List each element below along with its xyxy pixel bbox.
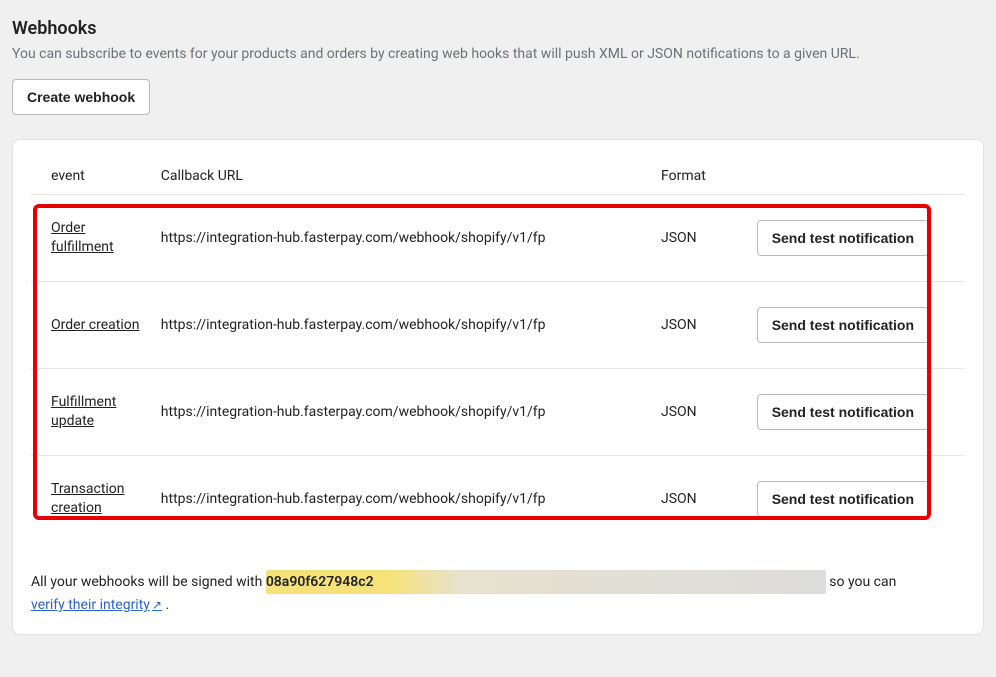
table-row: Fulfillment update https://integration-h… — [31, 368, 965, 455]
verify-integrity-label: verify their integrity — [31, 597, 150, 613]
event-link[interactable]: Order fulfillment — [51, 219, 145, 255]
signing-note-prefix: All your webhooks will be signed with — [31, 574, 266, 590]
signing-note-period: . — [162, 597, 169, 613]
page-title: Webhooks — [12, 18, 984, 39]
column-header-format: Format — [653, 158, 749, 195]
signing-key-masked: 08a90f627948c2 — [266, 570, 826, 594]
table-row: Order fulfillment https://integration-hu… — [31, 194, 965, 281]
page-description: You can subscribe to events for your pro… — [12, 45, 984, 65]
external-link-icon: ↗ — [152, 598, 162, 612]
webhooks-table: event Callback URL Format Order fulfillm… — [31, 158, 965, 542]
format-text: JSON — [661, 230, 697, 246]
send-test-notification-button[interactable]: Send test notification — [757, 481, 929, 517]
event-link[interactable]: Transaction creation — [51, 480, 145, 516]
signing-note-suffix: so you can — [826, 574, 897, 590]
send-test-notification-button[interactable]: Send test notification — [757, 394, 929, 430]
create-webhook-button[interactable]: Create webhook — [12, 79, 150, 115]
format-text: JSON — [661, 317, 697, 333]
event-link[interactable]: Order creation — [51, 316, 139, 334]
table-row: Transaction creation https://integration… — [31, 455, 965, 542]
format-text: JSON — [661, 491, 697, 507]
table-row: Order creation https://integration-hub.f… — [31, 281, 965, 368]
event-link[interactable]: Fulfillment update — [51, 393, 145, 429]
column-header-event: event — [31, 158, 153, 195]
callback-url-text: https://integration-hub.fasterpay.com/we… — [161, 404, 546, 420]
format-text: JSON — [661, 404, 697, 420]
signing-note: All your webhooks will be signed with 08… — [31, 570, 965, 617]
callback-url-text: https://integration-hub.fasterpay.com/we… — [161, 317, 546, 333]
column-header-actions — [749, 158, 965, 195]
webhooks-scroll-area[interactable]: event Callback URL Format Order fulfillm… — [31, 158, 965, 544]
column-header-callback-url: Callback URL — [153, 158, 653, 195]
webhooks-card: event Callback URL Format Order fulfillm… — [12, 139, 984, 636]
callback-url-text: https://integration-hub.fasterpay.com/we… — [161, 230, 546, 246]
send-test-notification-button[interactable]: Send test notification — [757, 220, 929, 256]
callback-url-text: https://integration-hub.fasterpay.com/we… — [161, 491, 546, 507]
send-test-notification-button[interactable]: Send test notification — [757, 307, 929, 343]
verify-integrity-link[interactable]: verify their integrity↗ — [31, 597, 162, 613]
